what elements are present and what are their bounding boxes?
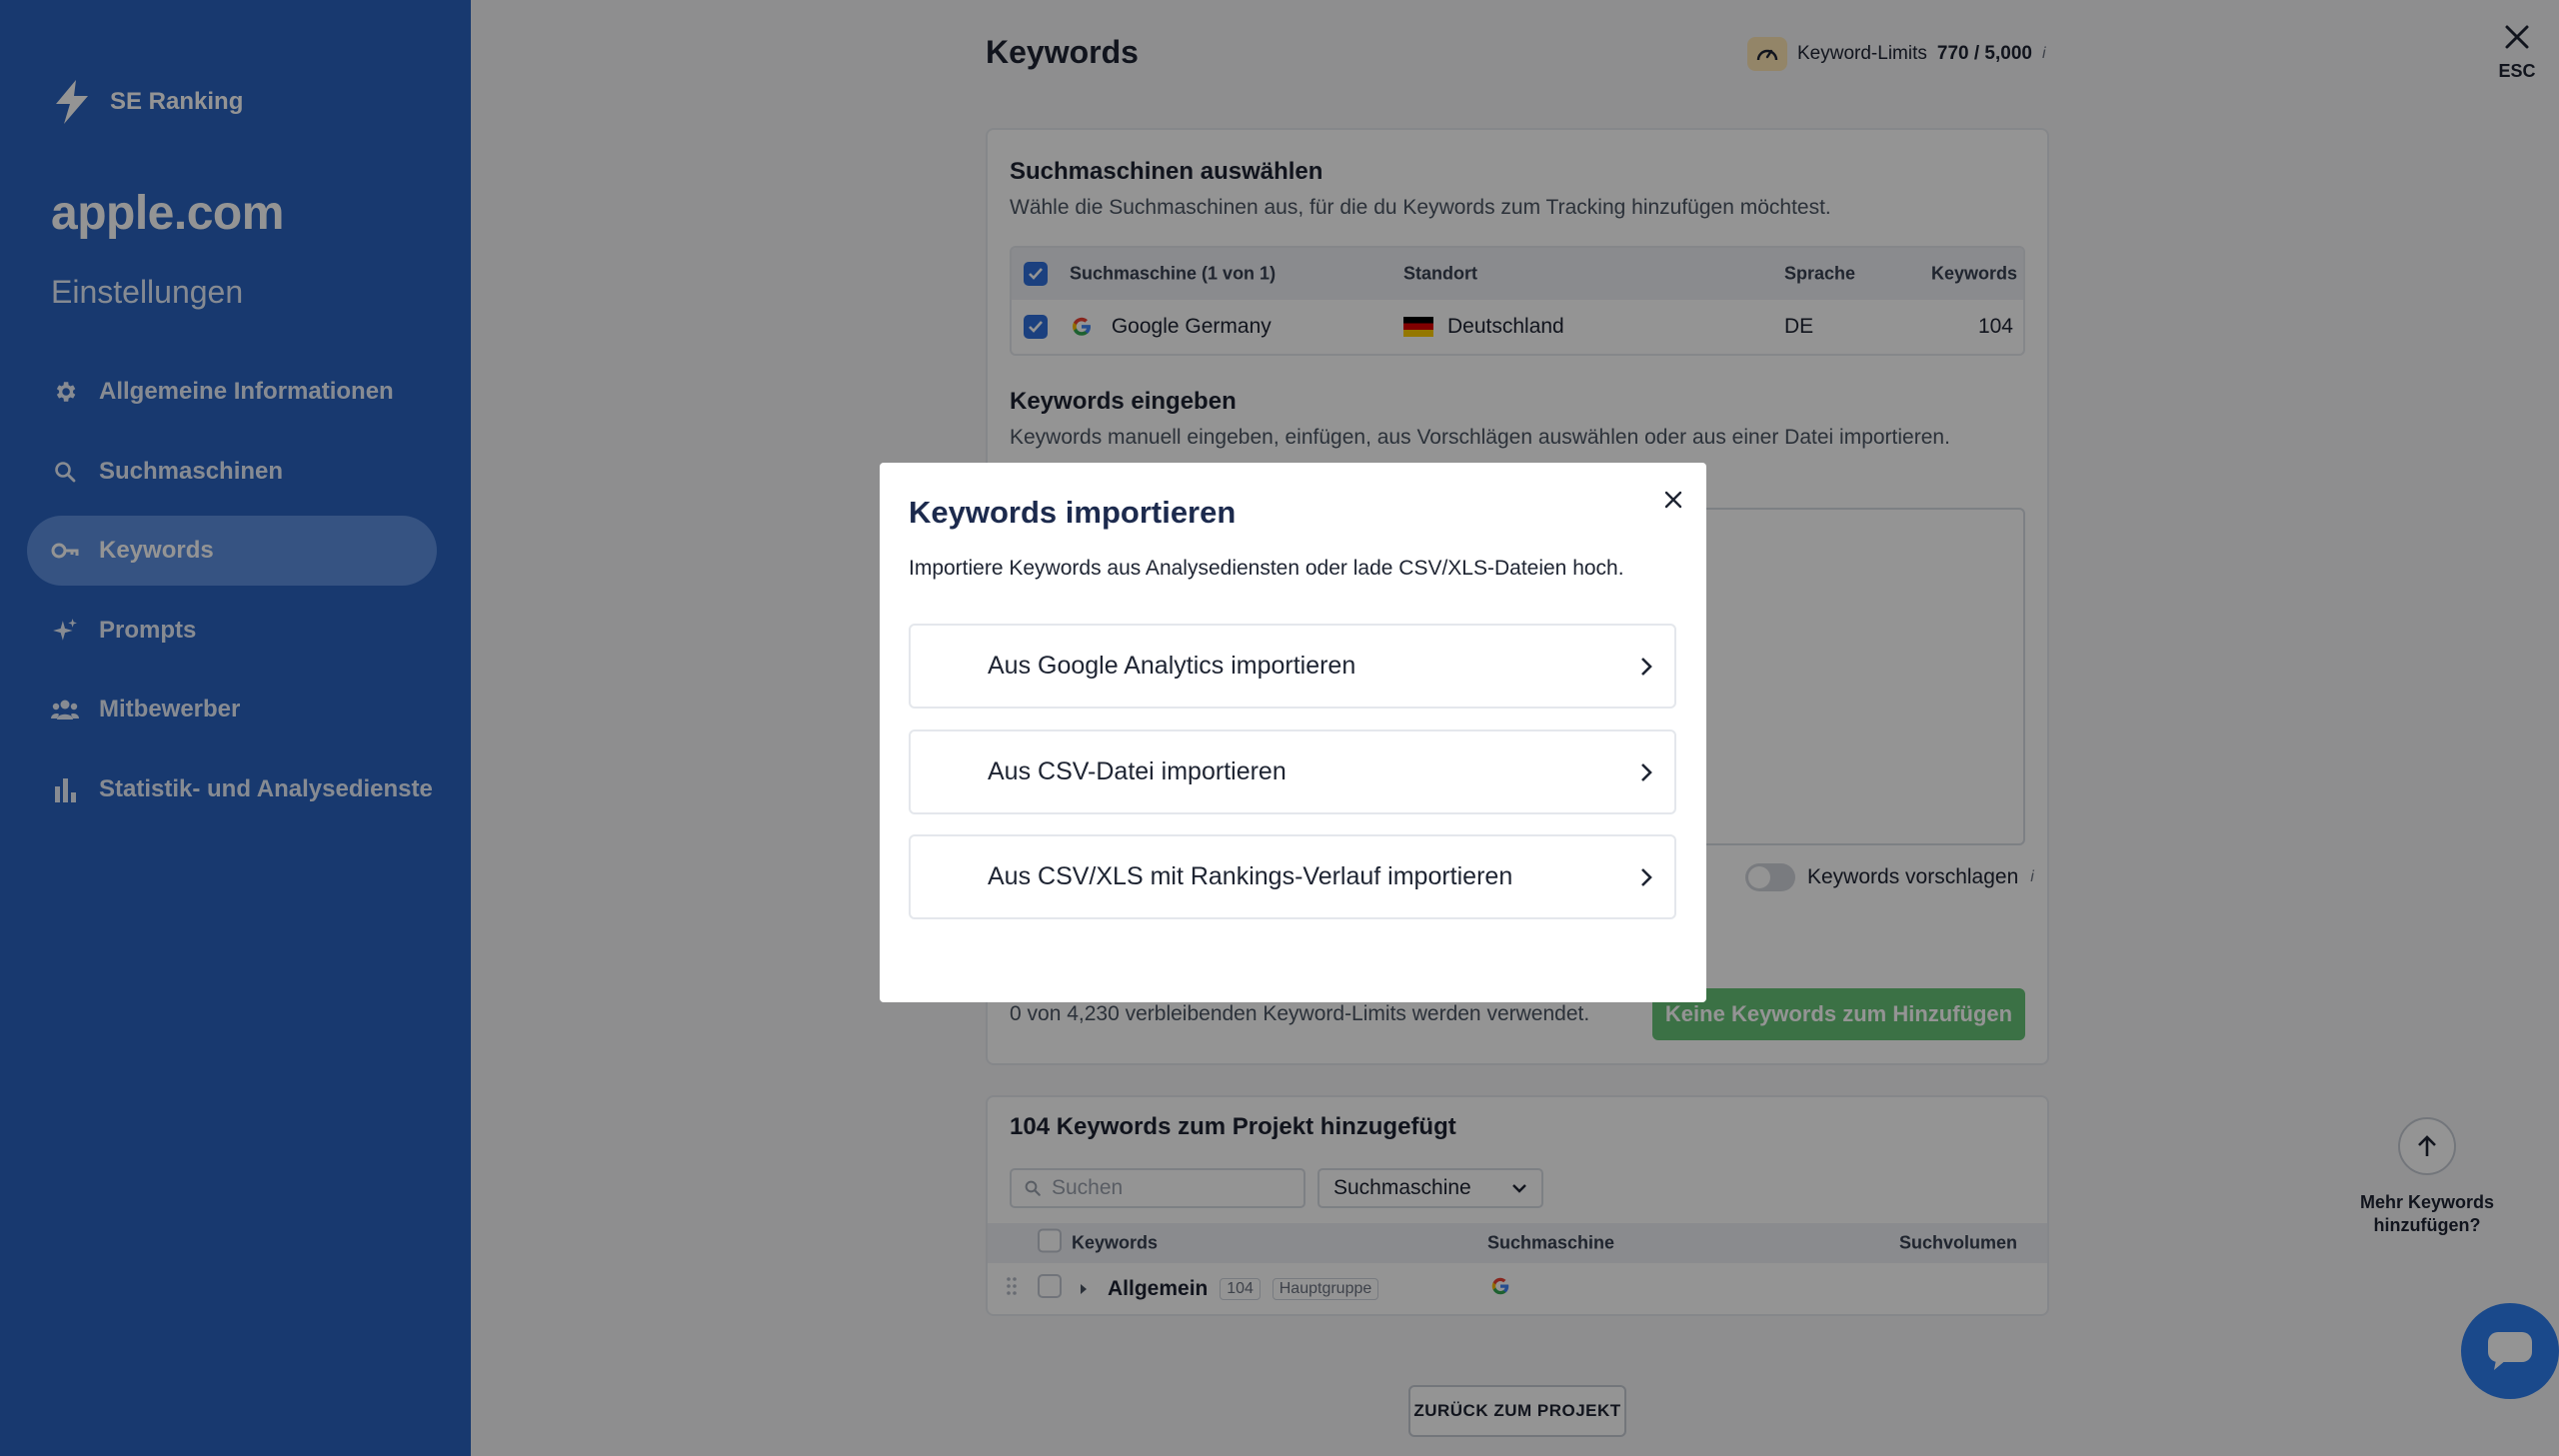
close-dialog-button[interactable] xyxy=(1658,485,1688,515)
import-google-analytics-option[interactable]: Aus Google Analytics importieren xyxy=(909,624,1676,709)
option-label: Aus CSV/XLS mit Rankings-Verlauf importi… xyxy=(988,862,1513,890)
dialog-subtitle: Importiere Keywords aus Analysediensten … xyxy=(909,557,1624,580)
chevron-right-icon xyxy=(1641,867,1652,886)
chevron-right-icon xyxy=(1641,657,1652,676)
import-csv-xls-rankings-option[interactable]: Aus CSV/XLS mit Rankings-Verlauf importi… xyxy=(909,834,1676,919)
import-csv-option[interactable]: Aus CSV-Datei importieren xyxy=(909,729,1676,814)
import-keywords-dialog: Keywords importieren Importiere Keywords… xyxy=(880,463,1706,1002)
option-label: Aus CSV-Datei importieren xyxy=(988,757,1286,785)
close-icon xyxy=(1664,491,1682,509)
option-label: Aus Google Analytics importieren xyxy=(988,652,1356,680)
dialog-title: Keywords importieren xyxy=(909,495,1237,530)
chevron-right-icon xyxy=(1641,762,1652,781)
